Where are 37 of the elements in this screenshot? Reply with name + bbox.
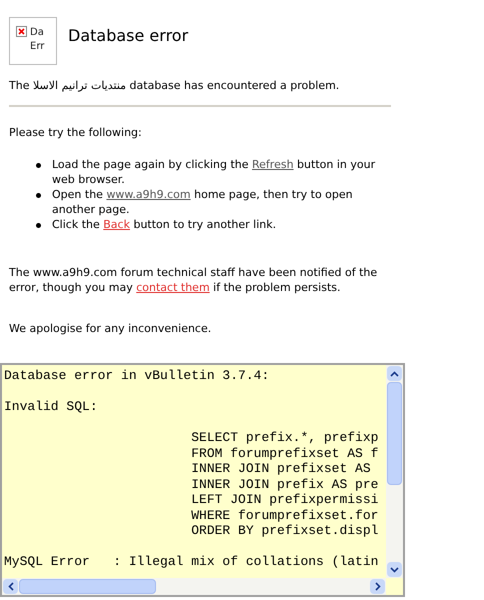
broken-image-icon [16, 26, 27, 37]
code-line: MySQL Error : Illegal mix of collations (latin [4, 554, 378, 569]
code-line: SELECT prefix.*, prefixp [190, 430, 378, 445]
link[interactable]: Refresh [252, 158, 294, 171]
error-details-box[interactable] [0, 363, 405, 597]
image-alt-text: Da [30, 26, 44, 40]
scroll-right-icon[interactable] [370, 579, 385, 594]
link[interactable]: contact them [136, 281, 210, 294]
image-alt-text: Err [30, 40, 44, 54]
intro-text: The منتديات ترانيم الاسلا database has encountered a problem. [9, 79, 340, 93]
code-line: LEFT JOIN prefixpermissi [190, 492, 378, 507]
suggestion-text: Click the Back button to try another link. [52, 217, 276, 232]
scroll-up-icon[interactable] [387, 366, 402, 381]
horizontal-scrollbar[interactable] [2, 578, 386, 595]
code-line: FROM forumprefixset AS f [190, 446, 378, 460]
suggestion-text: Load the page again by clicking the Refresh button in your web browser. [52, 157, 376, 187]
suggestion-text: Open the www.a9h9.com home page, then try to open another page. [52, 187, 354, 217]
code-line: INNER JOIN prefix AS pre [190, 476, 378, 492]
page-title: Database error [68, 26, 188, 46]
link[interactable]: www.a9h9.com [106, 188, 191, 201]
vertical-scrollbar[interactable] [386, 365, 403, 578]
bullet-icon [36, 223, 41, 228]
apology-text: We apologise for any inconvenience. [9, 321, 212, 336]
notice-text: The www.a9h9.com forum technical staff have been notified of the error, though you may contact them if the problem persists. [9, 265, 378, 295]
link[interactable]: Back [103, 218, 130, 231]
scroll-down-icon[interactable] [387, 562, 402, 577]
code-line: INNER JOIN prefixset AS [190, 461, 372, 476]
scroll-left-icon[interactable] [3, 579, 18, 594]
code-line: Database error in vBulletin 3.7.4: [4, 368, 270, 383]
bullet-icon [36, 163, 41, 168]
scrollbar-thumb[interactable] [387, 382, 402, 485]
code-line: WHERE forumprefixset.for [190, 508, 378, 522]
scrollbar-thumb[interactable] [19, 579, 156, 594]
bullet-icon [36, 193, 41, 198]
code-line: Invalid SQL: [4, 399, 98, 414]
suggestions-heading: Please try the following: [9, 125, 143, 140]
code-line: ORDER BY prefixset.displ [190, 523, 378, 538]
